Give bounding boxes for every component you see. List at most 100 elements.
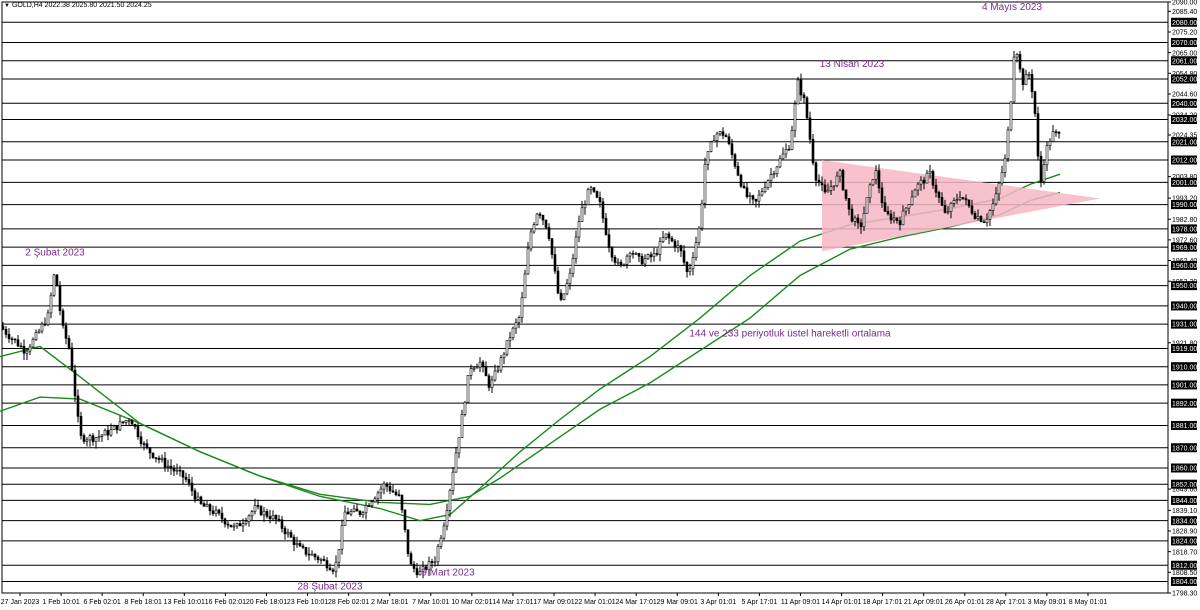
x-tick-label: 8 Feb 18:01 [125, 599, 162, 606]
candle-body [583, 204, 587, 209]
candle-body [376, 492, 380, 499]
annotation-label: 13 Nisan 2023 [820, 59, 885, 70]
candle-body [775, 166, 779, 175]
candle-body [523, 273, 527, 299]
candle-body [235, 523, 239, 527]
y-tick-label: 1804.00 [1172, 579, 1197, 586]
candle-body [1051, 131, 1055, 142]
candle-body [562, 293, 566, 300]
candle-body [514, 322, 518, 329]
candle-body [1036, 113, 1040, 157]
candle-body [1009, 101, 1013, 131]
candle-body [247, 515, 251, 522]
candle-body [886, 211, 890, 215]
candle-body [919, 179, 923, 185]
candle-body [331, 569, 335, 572]
candle-body [70, 347, 74, 371]
candle-body [178, 469, 182, 472]
candle-body [139, 436, 143, 444]
candle-body [877, 170, 881, 189]
candle-body [133, 424, 137, 427]
x-axis: 27 Jan 2023 1 Feb 10:01 6 Feb 02:01 8 Feb 1… [1, 593, 1107, 606]
candle-body [622, 264, 626, 266]
candle-body [895, 217, 899, 221]
candle-body [172, 468, 176, 472]
candle-body [316, 556, 320, 561]
candle-body [46, 312, 50, 325]
candle [1033, 90, 1037, 117]
candle [55, 274, 59, 287]
y-tick-label: 1812.00 [1172, 563, 1197, 570]
candle-body [433, 561, 437, 564]
candle-body [964, 198, 968, 201]
candle [595, 190, 599, 199]
candle-body [634, 253, 638, 255]
candle-body [406, 529, 410, 554]
candle-body [616, 261, 620, 264]
candle-body [709, 141, 713, 152]
candle-body [568, 272, 572, 284]
candle-body [121, 421, 125, 424]
candle-body [82, 435, 86, 442]
candle-body [301, 545, 305, 548]
candle-body [31, 339, 35, 348]
candle-body [67, 338, 71, 349]
symbol-header: ▼ GOLD,H4 2022.38 2025.80 2021.50 2024.25 [4, 2, 152, 9]
candle-body [925, 172, 929, 184]
x-tick-label: 24 Mar 17:01 [616, 599, 657, 606]
candle-body [817, 179, 821, 183]
candle-body [283, 528, 287, 535]
candle-body [604, 217, 608, 235]
candle-body [1042, 164, 1046, 182]
candle-body [736, 165, 740, 176]
candle-body [727, 136, 731, 144]
candle-body [298, 543, 302, 547]
candle-body [400, 494, 404, 511]
y-tick-label: 1960.00 [1172, 263, 1197, 270]
candle-body [781, 153, 785, 160]
candle-body [757, 194, 761, 202]
collapse-icon[interactable]: ▼ [4, 3, 10, 9]
candle-body [706, 151, 710, 165]
candle-body [166, 465, 170, 468]
candle-body [967, 199, 971, 207]
candle-body [835, 175, 839, 187]
x-tick-label: 20 Feb 18:01 [246, 599, 287, 606]
candle-body [601, 201, 605, 219]
candle [697, 226, 701, 246]
candle-body [913, 189, 917, 198]
candle-body [754, 198, 758, 202]
y-tick-label: 1870.00 [1172, 445, 1197, 452]
candle-body [214, 509, 218, 514]
candle-body [1012, 56, 1016, 103]
candle-body [1039, 155, 1043, 182]
candle-body [1003, 158, 1007, 173]
candle-body [289, 532, 293, 538]
candle-body [241, 523, 245, 527]
candle-body [160, 457, 164, 460]
x-tick-label: 17 Mar 09:01 [533, 599, 574, 606]
candle-body [271, 514, 275, 520]
candle [505, 340, 509, 357]
y-tick-label: 2075.20 [1172, 30, 1197, 37]
candle-body [637, 253, 641, 257]
candle-body [442, 525, 446, 539]
candle-body [592, 187, 596, 192]
candle-body [490, 379, 494, 388]
candle-body [484, 365, 488, 377]
candle-body [676, 245, 680, 248]
candle-body [334, 561, 338, 572]
candle-body [319, 558, 323, 561]
candle-body [73, 369, 77, 397]
candle-body [511, 327, 515, 339]
candle-body [142, 443, 146, 445]
candle-body [952, 200, 956, 204]
candle [865, 197, 869, 214]
y-tick-label: 1808.50 [1172, 570, 1197, 577]
candle-body [844, 189, 848, 199]
candle-body [535, 213, 539, 225]
candle-body [904, 207, 908, 212]
candle-body [16, 339, 20, 347]
price-chart[interactable]: 2 Şubat 2023 28 Şubat 2023 9 Mart 2023 13 N… [0, 0, 1200, 610]
candle-body [814, 162, 818, 181]
